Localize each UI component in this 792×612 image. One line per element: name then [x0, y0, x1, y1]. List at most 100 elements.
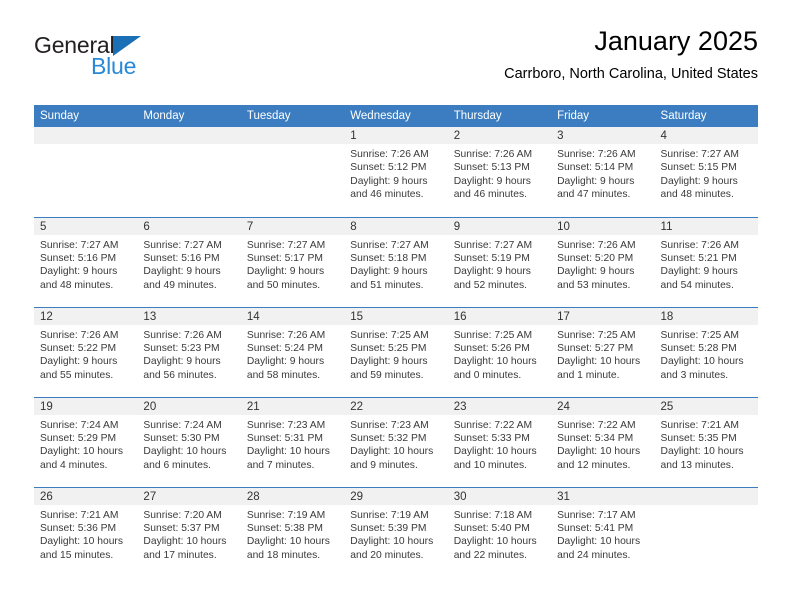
day-number: 16 [447, 307, 552, 325]
daylight-text: Daylight: 9 hours and 59 minutes. [350, 356, 428, 381]
calendar-table: Sunday Monday Tuesday Wednesday Thursday… [34, 105, 758, 577]
daylight-text: Daylight: 9 hours and 58 minutes. [246, 356, 325, 381]
calendar-day-cell[interactable]: 20 Sunrise: 7:24 AM Sunset: 5:30 PM Dayligh… [137, 396, 241, 487]
day-details: Sunrise: 7:27 AM Sunset: 5:16 PM Daylight:… [34, 235, 137, 293]
day-number: 9 [447, 217, 552, 235]
sunrise-text: Sunrise: 7:24 AM [40, 419, 119, 431]
day-cell-inner: 2 Sunrise: 7:26 AM Sunset: 5:13 PM Daylight… [447, 127, 552, 217]
day-number: 17 [551, 307, 655, 325]
weekday-header-monday: Monday [137, 105, 241, 127]
calendar-week-row: 19 Sunrise: 7:24 AM Sunset: 5:29 PM Dayligh… [34, 396, 758, 487]
sunset-text: Sunset: 5:20 PM [557, 252, 634, 264]
calendar-day-cell[interactable]: 28 Sunrise: 7:19 AM Sunset: 5:38 PM Dayligh… [240, 486, 345, 577]
calendar-day-cell[interactable]: 7 Sunrise: 7:27 AM Sunset: 5:17 PM Daylight… [240, 216, 345, 307]
calendar-day-cell[interactable]: 8 Sunrise: 7:27 AM Sunset: 5:18 PM Daylight… [344, 216, 448, 307]
sunrise-text: Sunrise: 7:27 AM [660, 149, 739, 160]
calendar-day-cell[interactable]: 15 Sunrise: 7:25 AM Sunset: 5:25 PM Dayligh… [344, 306, 448, 397]
sunrise-text: Sunrise: 7:21 AM [40, 509, 119, 521]
day-details: Sunrise: 7:26 AM Sunset: 5:12 PM Daylight:… [344, 144, 447, 202]
calendar-day-cell[interactable]: 27 Sunrise: 7:20 AM Sunset: 5:37 PM Dayligh… [137, 486, 241, 578]
calendar-day-cell[interactable]: 22 Sunrise: 7:23 AM Sunset: 5:32 PM Dayligh… [344, 396, 448, 487]
daylight-text: Daylight: 9 hours and 48 minutes. [40, 266, 118, 291]
day-number: 1 [344, 127, 448, 144]
day-cell-inner: 12 Sunrise: 7:26 AM Sunset: 5:22 PM Dayligh… [34, 307, 138, 397]
sunrise-text: Sunrise: 7:26 AM [40, 329, 119, 341]
sunset-text: Sunset: 5:35 PM [660, 432, 737, 444]
calendar-day-cell[interactable]: 1 Sunrise: 7:26 AM Sunset: 5:12 PM Daylight… [344, 127, 448, 217]
day-cell-inner: 17 Sunrise: 7:25 AM Sunset: 5:27 PM Dayligh… [551, 307, 655, 397]
calendar-day-cell[interactable]: 11 Sunrise: 7:26 AM Sunset: 5:21 PM Dayligh… [654, 216, 758, 307]
calendar-day-cell[interactable]: 24 Sunrise: 7:22 AM Sunset: 5:34 PM Dayligh… [551, 396, 655, 487]
day-details: Sunrise: 7:25 AM Sunset: 5:26 PM Daylight:… [448, 325, 551, 383]
calendar-day-cell[interactable]: 30 Sunrise: 7:18 AM Sunset: 5:40 PM Dayligh… [447, 486, 552, 577]
calendar-day-cell[interactable]: 25 Sunrise: 7:21 AM Sunset: 5:35 PM Dayligh… [654, 396, 758, 487]
daylight-text: Daylight: 9 hours and 55 minutes. [40, 356, 118, 381]
day-number: 21 [240, 397, 345, 415]
calendar-day-cell[interactable]: 2 Sunrise: 7:26 AM Sunset: 5:13 PM Daylight… [447, 127, 552, 217]
daylight-text: Daylight: 10 hours and 10 minutes. [453, 446, 537, 471]
weekday-header-friday: Friday [551, 105, 655, 127]
calendar-day-cell[interactable]: 4 Sunrise: 7:27 AM Sunset: 5:15 PM Daylight… [654, 127, 758, 217]
page-title: January 2025 [594, 26, 758, 56]
weekday-header-thursday: Thursday [447, 105, 552, 127]
calendar-day-cell[interactable]: 6 Sunrise: 7:27 AM Sunset: 5:16 PM Daylight… [137, 216, 241, 307]
calendar-day-cell[interactable]: 16 Sunrise: 7:25 AM Sunset: 5:26 PM Dayligh… [447, 306, 552, 397]
daylight-text: Daylight: 10 hours and 13 minutes. [660, 446, 744, 471]
day-cell-inner: 15 Sunrise: 7:25 AM Sunset: 5:25 PM Dayligh… [344, 307, 448, 397]
day-details: Sunrise: 7:19 AM Sunset: 5:39 PM Daylight:… [344, 505, 447, 563]
calendar-day-cell[interactable]: 31 Sunrise: 7:17 AM Sunset: 5:41 PM Dayligh… [551, 486, 655, 577]
day-cell-inner: 25 Sunrise: 7:21 AM Sunset: 5:35 PM Dayligh… [654, 397, 758, 487]
daylight-text: Daylight: 10 hours and 22 minutes. [453, 536, 537, 561]
day-cell-inner: 7 Sunrise: 7:27 AM Sunset: 5:17 PM Daylight… [240, 217, 345, 307]
sunset-text: Sunset: 5:40 PM [453, 522, 530, 534]
day-number: 26 [34, 487, 138, 505]
sunset-text: Sunset: 5:38 PM [246, 522, 323, 534]
daylight-text: Daylight: 9 hours and 46 minutes. [350, 175, 428, 201]
calendar-day-cell[interactable]: 13 Sunrise: 7:26 AM Sunset: 5:23 PM Dayligh… [137, 306, 241, 397]
day-number [137, 127, 241, 144]
day-details: Sunrise: 7:25 AM Sunset: 5:28 PM Daylight:… [655, 325, 758, 383]
calendar-day-cell[interactable]: 18 Sunrise: 7:25 AM Sunset: 5:28 PM Dayligh… [654, 306, 758, 397]
calendar-day-cell[interactable]: 9 Sunrise: 7:27 AM Sunset: 5:19 PM Daylight… [447, 216, 552, 307]
day-details: Sunrise: 7:26 AM Sunset: 5:14 PM Daylight:… [551, 144, 654, 202]
calendar-day-cell[interactable]: 17 Sunrise: 7:25 AM Sunset: 5:27 PM Dayligh… [551, 306, 655, 397]
day-cell-inner: 27 Sunrise: 7:20 AM Sunset: 5:37 PM Dayligh… [137, 487, 241, 578]
calendar-day-cell[interactable]: 10 Sunrise: 7:26 AM Sunset: 5:20 PM Dayligh… [551, 216, 655, 307]
day-number: 13 [137, 307, 241, 325]
brand-logo[interactable]: General Blue [34, 34, 214, 90]
calendar-day-cell[interactable]: 21 Sunrise: 7:23 AM Sunset: 5:31 PM Dayligh… [240, 396, 345, 487]
calendar-day-cell[interactable]: 3 Sunrise: 7:26 AM Sunset: 5:14 PM Daylight… [551, 127, 655, 217]
calendar-day-cell[interactable]: 26 Sunrise: 7:21 AM Sunset: 5:36 PM Dayligh… [34, 486, 138, 578]
day-details: Sunrise: 7:26 AM Sunset: 5:24 PM Daylight:… [241, 325, 344, 383]
sunrise-text: Sunrise: 7:18 AM [453, 509, 533, 521]
day-number: 3 [551, 127, 655, 144]
sunset-text: Sunset: 5:12 PM [350, 162, 427, 174]
calendar-day-cell[interactable]: 12 Sunrise: 7:26 AM Sunset: 5:22 PM Dayligh… [34, 306, 138, 397]
daylight-text: Daylight: 10 hours and 18 minutes. [246, 536, 330, 561]
day-number: 14 [240, 307, 345, 325]
day-cell-inner: 29 Sunrise: 7:19 AM Sunset: 5:39 PM Dayligh… [344, 487, 448, 578]
sunrise-text: Sunrise: 7:27 AM [453, 239, 533, 251]
day-number: 6 [137, 217, 241, 235]
sunrise-text: Sunrise: 7:26 AM [143, 329, 222, 341]
calendar-day-cell[interactable]: 5 Sunrise: 7:27 AM Sunset: 5:16 PM Daylight… [34, 216, 138, 307]
day-number: 20 [137, 397, 241, 415]
calendar-day-cell[interactable]: 14 Sunrise: 7:26 AM Sunset: 5:24 PM Dayligh… [240, 306, 345, 397]
day-cell-inner: 3 Sunrise: 7:26 AM Sunset: 5:14 PM Daylight… [551, 127, 655, 217]
daylight-text: Daylight: 9 hours and 51 minutes. [350, 266, 428, 291]
day-number: 2 [447, 127, 552, 144]
calendar-day-cell-empty [137, 127, 241, 217]
day-cell-inner: 4 Sunrise: 7:27 AM Sunset: 5:15 PM Daylight… [654, 127, 758, 217]
calendar-day-cell[interactable]: 29 Sunrise: 7:19 AM Sunset: 5:39 PM Dayligh… [344, 486, 448, 578]
calendar-day-cell-empty [654, 486, 758, 577]
calendar-day-cell[interactable]: 23 Sunrise: 7:22 AM Sunset: 5:33 PM Dayligh… [447, 396, 552, 487]
day-number: 27 [137, 487, 241, 505]
sunset-text: Sunset: 5:30 PM [143, 432, 220, 444]
calendar-day-cell[interactable]: 19 Sunrise: 7:24 AM Sunset: 5:29 PM Dayligh… [34, 396, 138, 487]
day-details: Sunrise: 7:26 AM Sunset: 5:21 PM Daylight:… [655, 235, 758, 293]
day-details: Sunrise: 7:26 AM Sunset: 5:13 PM Daylight:… [448, 144, 551, 202]
day-details: Sunrise: 7:20 AM Sunset: 5:37 PM Daylight:… [137, 505, 240, 563]
day-cell-inner: 26 Sunrise: 7:21 AM Sunset: 5:36 PM Dayligh… [34, 487, 138, 578]
day-number: 28 [240, 487, 345, 505]
day-number: 15 [344, 307, 448, 325]
